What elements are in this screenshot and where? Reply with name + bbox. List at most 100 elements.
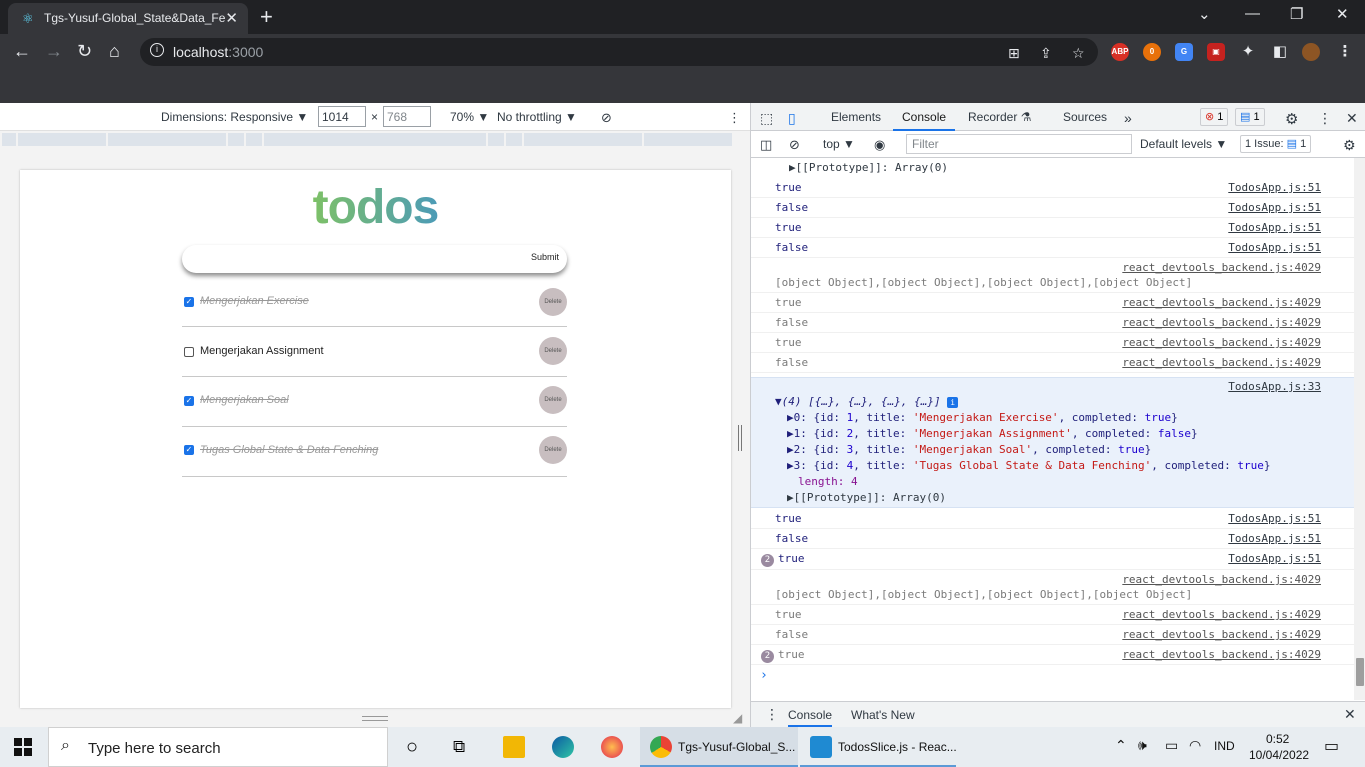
- share-icon[interactable]: ⇪: [1040, 45, 1052, 62]
- console-source-link[interactable]: TodosApp.js:51: [1228, 201, 1321, 214]
- more-tabs-icon[interactable]: »: [1124, 110, 1132, 126]
- file-explorer-icon[interactable]: [503, 736, 525, 758]
- volume-icon[interactable]: 🕪: [1138, 737, 1147, 754]
- tab-search-icon[interactable]: ⌄: [1198, 5, 1211, 23]
- clock-date[interactable]: 10/04/2022: [1249, 748, 1309, 762]
- log-levels-dropdown[interactable]: Default levels ▼: [1140, 137, 1227, 151]
- extensions-puzzle-icon[interactable]: ✦: [1239, 43, 1257, 61]
- profile-avatar[interactable]: [1302, 43, 1320, 61]
- console-source-link[interactable]: react_devtools_backend.js:4029: [1122, 608, 1321, 621]
- todo-input[interactable]: [194, 250, 514, 268]
- tab-recorder[interactable]: Recorder ⚗: [968, 110, 1031, 124]
- todo-checkbox[interactable]: ✓: [184, 445, 194, 455]
- taskbar-app-vscode[interactable]: TodosSlice.js - Reac...: [800, 727, 957, 767]
- drawer-menu-icon[interactable]: ⋮: [765, 706, 779, 723]
- array-item[interactable]: ▶3: {id: 4, title: 'Tugas Global State &…: [787, 459, 1271, 472]
- console-source-link[interactable]: react_devtools_backend.js:4029: [1122, 316, 1321, 329]
- console-source-link[interactable]: TodosApp.js:51: [1228, 512, 1321, 525]
- height-input[interactable]: 768: [383, 106, 431, 127]
- task-view-icon[interactable]: ⧉: [453, 736, 475, 758]
- close-window-icon[interactable]: ✕: [1336, 5, 1349, 23]
- console-source-link[interactable]: react_devtools_backend.js:4029: [1122, 296, 1321, 309]
- browser-tab[interactable]: ⚛ Tgs-Yusuf-Global_State&Data_Fe ✕: [8, 3, 248, 34]
- throttling-dropdown[interactable]: No throttling ▼: [497, 110, 577, 124]
- settings-gear-icon[interactable]: ⚙: [1285, 110, 1298, 128]
- console-source-link[interactable]: react_devtools_backend.js:4029: [1122, 573, 1321, 586]
- todo-checkbox[interactable]: ✓: [184, 297, 194, 307]
- console-source-link[interactable]: react_devtools_backend.js:4029: [1122, 648, 1321, 661]
- console-source-link[interactable]: TodosApp.js:51: [1228, 241, 1321, 254]
- issues-badge[interactable]: 1 Issue: ▤ 1: [1240, 135, 1312, 153]
- console-source-link[interactable]: TodosApp.js:33: [1228, 380, 1321, 393]
- console-source-link[interactable]: TodosApp.js:51: [1228, 221, 1321, 234]
- drawer-tab-whats-new[interactable]: What's New: [851, 708, 915, 722]
- chrome-menu-icon[interactable]: ⋮: [1336, 43, 1354, 61]
- context-dropdown[interactable]: top ▼: [823, 137, 855, 151]
- error-count-badge[interactable]: ⊗ 1: [1200, 108, 1229, 126]
- array-prototype[interactable]: ▶[[Prototype]]: Array(0): [787, 491, 946, 504]
- taskbar-app-chrome[interactable]: Tgs-Yusuf-Global_S...: [640, 727, 798, 767]
- battery-icon[interactable]: ▭: [1165, 737, 1178, 754]
- tab-sources[interactable]: Sources: [1063, 110, 1107, 124]
- tab-elements[interactable]: Elements: [831, 110, 881, 124]
- close-drawer-icon[interactable]: ✕: [1344, 706, 1356, 723]
- width-input[interactable]: 1014: [318, 106, 366, 127]
- dimensions-dropdown[interactable]: Dimensions: Responsive ▼: [161, 110, 308, 124]
- device-toggle-icon[interactable]: ▯: [788, 110, 796, 127]
- extension-icon[interactable]: ▣: [1207, 43, 1225, 61]
- adblock-plus-icon[interactable]: ABP: [1111, 43, 1129, 61]
- console-filter-input[interactable]: Filter: [906, 134, 1132, 154]
- viewport-resize-handle[interactable]: [362, 716, 388, 721]
- zoom-dropdown[interactable]: 70% ▼: [450, 110, 489, 124]
- array-expand-toggle[interactable]: ▼(4) [{…}, {…}, {…}, {…}] i: [775, 395, 959, 408]
- console-source-link[interactable]: react_devtools_backend.js:4029: [1122, 356, 1321, 369]
- inspect-element-icon[interactable]: ⬚: [760, 110, 773, 127]
- translate-icon[interactable]: ⊞: [1008, 45, 1020, 62]
- delete-button[interactable]: Delete: [539, 288, 567, 316]
- extension-badge-icon[interactable]: 0: [1143, 43, 1161, 61]
- submit-button[interactable]: Submit: [531, 252, 559, 262]
- media-query-ruler[interactable]: [0, 131, 750, 148]
- bookmark-star-icon[interactable]: ☆: [1072, 45, 1085, 62]
- cortana-icon[interactable]: ○: [406, 736, 428, 758]
- console-source-link[interactable]: TodosApp.js:51: [1228, 181, 1321, 194]
- wifi-icon[interactable]: ◠: [1189, 737, 1201, 754]
- side-panel-icon[interactable]: ◧: [1271, 43, 1289, 61]
- console-source-link[interactable]: TodosApp.js:51: [1228, 532, 1321, 545]
- live-expression-eye-icon[interactable]: ◉: [874, 137, 885, 153]
- console-scrollbar[interactable]: [1354, 158, 1365, 700]
- notification-icon[interactable]: ▭: [1324, 736, 1339, 756]
- todo-checkbox[interactable]: ✓: [184, 396, 194, 406]
- language-indicator[interactable]: IND: [1214, 739, 1235, 753]
- console-prompt[interactable]: ›: [751, 665, 1354, 687]
- tray-overflow-icon[interactable]: ⌃: [1115, 737, 1127, 754]
- clock-time[interactable]: 0:52: [1266, 732, 1289, 746]
- close-devtools-icon[interactable]: ✕: [1346, 110, 1358, 127]
- devtools-menu-icon[interactable]: ⋮: [1318, 110, 1332, 127]
- tab-console[interactable]: Console: [902, 110, 946, 124]
- site-info-icon[interactable]: i: [150, 43, 164, 57]
- console-source-link[interactable]: react_devtools_backend.js:4029: [1122, 628, 1321, 641]
- address-bar[interactable]: i localhost:3000 ⊞ ⇪ ☆: [140, 38, 1098, 66]
- scrollbar-thumb[interactable]: [1356, 658, 1364, 686]
- corner-resize-icon[interactable]: ◢: [733, 711, 742, 725]
- firefox-icon[interactable]: [601, 736, 623, 758]
- sidebar-toggle-icon[interactable]: ◫: [760, 137, 772, 153]
- rotate-icon[interactable]: ⊘: [601, 110, 612, 126]
- home-icon[interactable]: ⌂: [109, 41, 120, 61]
- reload-icon[interactable]: ↻: [77, 41, 92, 61]
- new-tab-icon[interactable]: +: [260, 4, 273, 30]
- console-source-link[interactable]: react_devtools_backend.js:4029: [1122, 336, 1321, 349]
- google-translate-icon[interactable]: G: [1175, 43, 1193, 61]
- forward-icon[interactable]: →: [45, 41, 63, 61]
- windows-start-icon[interactable]: [14, 738, 32, 756]
- array-item[interactable]: ▶0: {id: 1, title: 'Mengerjakan Exercise…: [787, 411, 1178, 424]
- delete-button[interactable]: Delete: [539, 436, 567, 464]
- back-icon[interactable]: ←: [13, 41, 31, 61]
- device-menu-icon[interactable]: ⋮: [728, 110, 741, 126]
- clear-console-icon[interactable]: ⊘: [789, 137, 800, 153]
- delete-button[interactable]: Delete: [539, 337, 567, 365]
- message-count-badge[interactable]: ▤ 1: [1235, 108, 1265, 126]
- taskbar-search-box[interactable]: ⌕ Type here to search: [48, 727, 388, 767]
- minimize-icon[interactable]: —: [1245, 5, 1260, 22]
